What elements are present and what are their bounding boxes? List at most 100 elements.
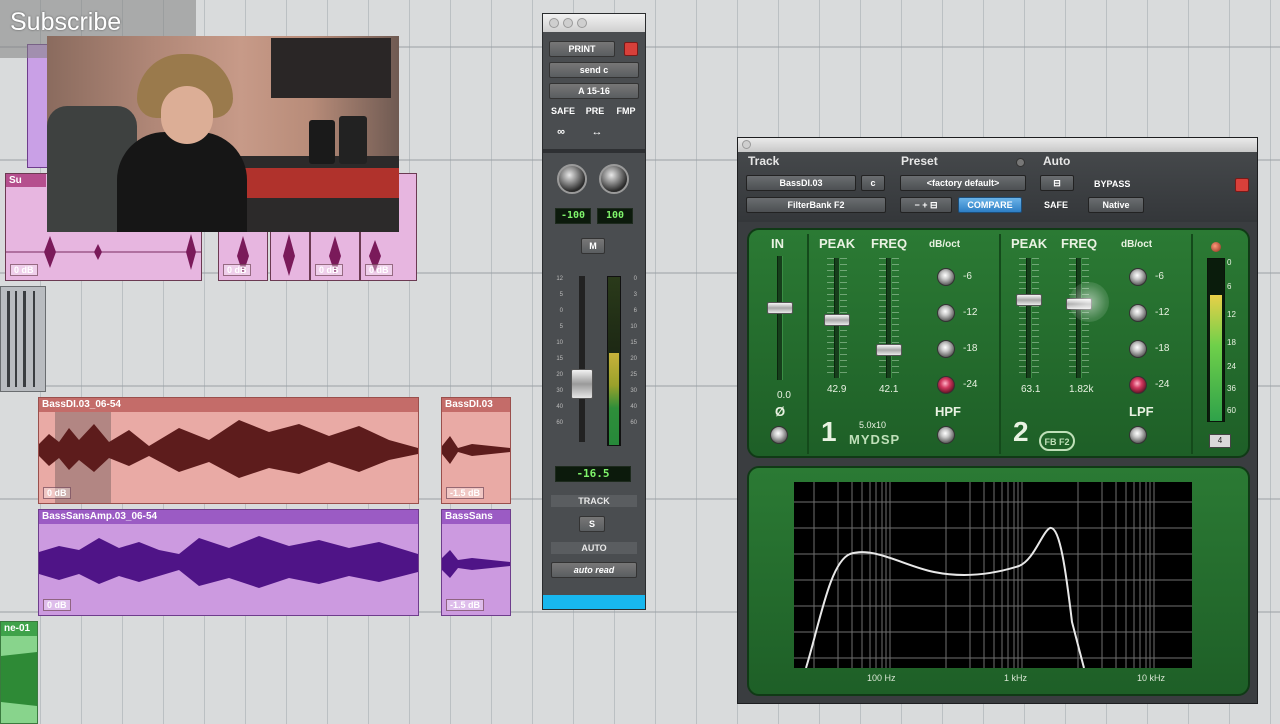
band2-brand: FB F2 (1039, 431, 1075, 451)
band2-peak-slider-track[interactable] (1026, 258, 1032, 378)
panel-divider (807, 234, 809, 454)
track-selector[interactable]: BassDI.03 (746, 175, 856, 191)
band2-peak-label: PEAK (1011, 236, 1048, 251)
mute-button[interactable]: M (581, 238, 605, 254)
panel-divider (999, 234, 1001, 454)
meter-scale: 0 3 6 10 15 20 25 30 40 60 (630, 276, 637, 426)
close-icon[interactable] (549, 18, 559, 28)
clip-green[interactable]: ne-01 (0, 621, 38, 724)
preset-indicator-icon (1016, 158, 1025, 167)
close-icon[interactable] (742, 140, 751, 149)
clip-gain[interactable]: -1.5 dB (446, 487, 485, 499)
clip-gain[interactable]: -1.5 dB (446, 599, 485, 611)
band1-filter-label: HPF (935, 404, 961, 419)
video-monitor (271, 38, 391, 98)
pan-right-knob[interactable] (599, 164, 629, 194)
band1-freq-slider-track[interactable] (886, 258, 892, 378)
volume-fader-handle[interactable] (571, 369, 593, 399)
track-header-label: Track (748, 154, 780, 168)
automation-mode-selector[interactable]: auto read (551, 562, 637, 578)
pan-left-readout[interactable]: -100 (555, 208, 591, 224)
minimize-icon[interactable] (563, 18, 573, 28)
level-meter-fill (609, 352, 619, 445)
midi-region[interactable] (0, 286, 46, 392)
band2-slope-6[interactable] (1129, 268, 1147, 286)
pre-button[interactable]: PRE (581, 106, 609, 116)
plugin-titlebar[interactable] (738, 138, 1257, 152)
fmp-button[interactable]: FMP (611, 106, 641, 116)
band1-slope-24[interactable] (937, 376, 955, 394)
output-readout: 4 (1209, 434, 1231, 448)
clip-indicator-icon (1211, 242, 1221, 252)
track-region-upper[interactable] (27, 44, 49, 168)
freq-label-10khz: 10 kHz (1137, 673, 1166, 683)
volume-fader-track[interactable] (579, 276, 585, 442)
pan-right-readout[interactable]: 100 (597, 208, 633, 224)
zoom-icon[interactable] (577, 18, 587, 28)
clip-bassdi[interactable]: BassDI.03_06-54 0 dB (38, 397, 419, 504)
lpf-enable-button[interactable] (1129, 426, 1147, 444)
link-icon[interactable]: ∞ (549, 126, 573, 138)
safe-button[interactable]: SAFE (1044, 200, 1068, 210)
output-meter-scale: 0 6 12 18 24 36 60 (1227, 258, 1236, 415)
clip-gain[interactable]: 0 dB (43, 487, 71, 499)
io-selector[interactable]: A 15-16 (549, 83, 639, 99)
band2-peak-value: 63.1 (1021, 384, 1041, 395)
mixer-channel-strip: PRINT send c A 15-16 SAFE PRE FMP ∞ ↔ -1… (542, 13, 646, 610)
bypass-button[interactable]: BYPASS (1094, 179, 1130, 189)
send-record-icon[interactable] (624, 42, 638, 56)
automation-icon[interactable]: ⊟ (1040, 175, 1074, 191)
band2-filter-label: LPF (1129, 404, 1154, 419)
band1-brand: MYDSP (849, 432, 901, 447)
hpf-enable-button[interactable] (937, 426, 955, 444)
channel-selector[interactable]: c (861, 175, 885, 191)
phase-label: Ø (775, 404, 786, 419)
band1-peak-label: PEAK (819, 236, 856, 251)
preset-selector[interactable]: <factory default> (900, 175, 1026, 191)
band2-peak-slider-handle[interactable] (1016, 294, 1042, 306)
plugin-selector[interactable]: FilterBank F2 (746, 197, 886, 213)
band1-slope-6[interactable] (937, 268, 955, 286)
solo-button[interactable]: S (579, 516, 605, 532)
clip-basssans-2[interactable]: BassSans -1.5 dB (441, 509, 511, 616)
region-gain[interactable]: 0 dB (365, 264, 393, 276)
band1-freq-slider-handle[interactable] (876, 344, 902, 356)
band1-peak-slider-handle[interactable] (824, 314, 850, 326)
clip-basssansamp[interactable]: BassSansAmp.03_06-54 0 dB (38, 509, 419, 616)
region-gain[interactable]: 0 dB (223, 264, 251, 276)
band2-slope-18[interactable] (1129, 340, 1147, 358)
compare-button[interactable]: COMPARE (958, 197, 1022, 213)
clip-bassdi-2[interactable]: BassDI.03 -1.5 dB (441, 397, 511, 504)
fader-readout[interactable]: -16.5 (555, 466, 631, 482)
send-selector[interactable]: send c (549, 62, 639, 78)
in-slider-track[interactable] (777, 256, 783, 380)
band1-version: 5.0x10 (859, 420, 887, 430)
band2-slope-24[interactable] (1129, 376, 1147, 394)
clip-name: BassDI.03 (442, 398, 510, 412)
clip-waveform (39, 536, 418, 588)
output-meter-fill (1210, 294, 1222, 421)
in-slider-handle[interactable] (767, 302, 793, 314)
video-desk-top (227, 168, 399, 198)
phase-invert-button[interactable] (770, 426, 788, 444)
freq-label-1khz: 1 kHz (1004, 673, 1028, 683)
region-gain[interactable]: 0 dB (315, 264, 343, 276)
stereo-link-icon[interactable]: ↔ (583, 126, 611, 138)
print-button[interactable]: PRINT (549, 41, 615, 57)
band2-slope-12[interactable] (1129, 304, 1147, 322)
native-selector[interactable]: Native (1088, 197, 1144, 213)
clip-name: BassDI.03_06-54 (39, 398, 418, 412)
fader-scale: 12 5 0 5 10 15 20 30 40 60 (556, 276, 563, 426)
pan-left-knob[interactable] (557, 164, 587, 194)
safe-button[interactable]: SAFE (548, 106, 578, 116)
region-gain[interactable]: 0 dB (10, 264, 38, 276)
strip-divider (543, 149, 645, 153)
clip-gain[interactable]: 0 dB (43, 599, 71, 611)
band1-slope-12[interactable] (937, 304, 955, 322)
power-icon[interactable] (1235, 178, 1249, 192)
video-person-face (161, 86, 213, 144)
region-name: Su (6, 174, 46, 187)
subscribe-label[interactable]: Subscribe (10, 8, 121, 37)
preset-nav-buttons[interactable]: − + ⊟ (900, 197, 952, 213)
band1-slope-18[interactable] (937, 340, 955, 358)
